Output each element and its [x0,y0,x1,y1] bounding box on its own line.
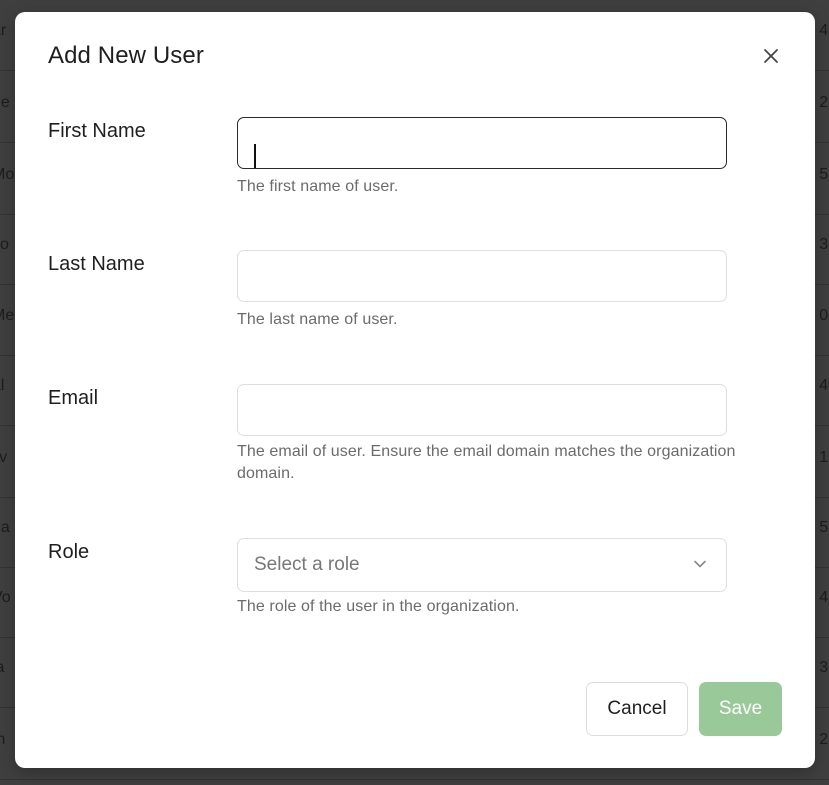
chevron-down-icon [694,560,706,568]
background-cell: Vo [0,589,11,606]
role-help: The role of the user in the organization… [237,598,520,615]
background-cell: la [0,659,4,677]
background-cell: he [0,94,10,111]
background-cell: m [0,731,5,749]
save-button[interactable]: Save [699,682,782,736]
background-cell: ha [0,519,10,536]
background-cell: ito [0,236,9,253]
background-cell: 13 [819,449,829,466]
role-select[interactable]: Select a role [237,538,727,592]
background-cell: 32 [819,236,829,253]
email-label: Email [48,387,99,409]
cancel-button[interactable]: Cancel [586,682,688,736]
role-select-placeholder: Select a role [254,554,360,575]
background-cell: 23 [819,94,829,111]
last-name-label: Last Name [48,253,145,275]
last-name-help: The last name of user. [237,311,398,328]
background-cell: 01 [819,307,829,324]
email-input[interactable] [237,384,727,436]
first-name-input[interactable] [237,117,727,169]
email-help: The email of user. Ensure the email doma… [237,443,736,482]
background-cell: 40 [819,377,829,394]
dialog-title: Add New User [48,42,204,69]
first-name-label: First Name [48,120,146,142]
background-cell: 55 [819,166,829,183]
background-cell: 58 [819,519,829,536]
background-cell: 23 [819,731,829,748]
text-caret [254,144,256,168]
add-user-dialog: Add New User First Name The first name o… [15,12,815,768]
background-cell: Mo [0,166,15,183]
background-cell: Me [0,307,15,324]
background-cell: ilv [0,449,8,466]
background-cell: 35 [819,659,829,676]
background-cell: 46 [819,589,829,606]
first-name-help: The first name of user. [237,178,399,195]
background-cell: 40 [819,22,829,39]
background-cell: ar [0,22,7,39]
role-label: Role [48,541,90,563]
close-button[interactable] [757,42,785,70]
close-icon [764,49,778,63]
last-name-input[interactable] [237,250,727,302]
background-cell: al [0,377,5,394]
